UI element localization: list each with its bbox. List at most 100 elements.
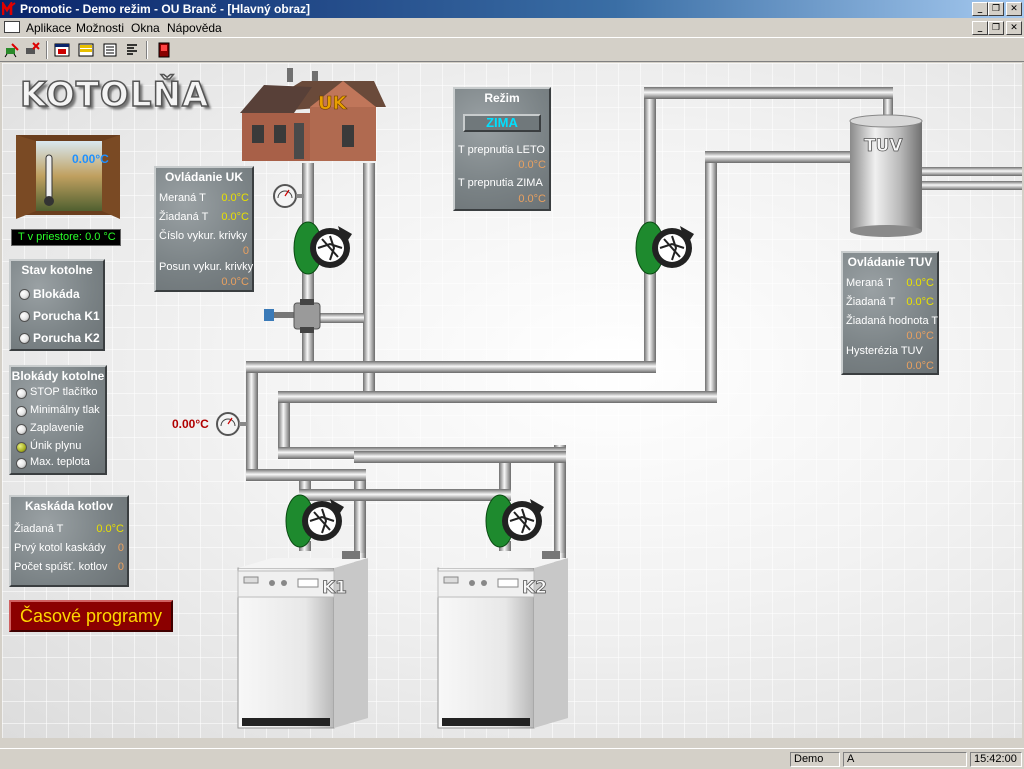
max-teplota-label: Max. teplota [30, 456, 90, 468]
mode-button[interactable]: ZIMA [463, 114, 541, 132]
rezim-title: Režim [484, 91, 520, 105]
ovladanie-tuv-panel: Ovládanie TUV Meraná T 0.0°C Žiadaná T 0… [841, 251, 939, 375]
ovladanie-tuv-title: Ovládanie TUV [847, 255, 933, 269]
porucha-k2-indicator [19, 333, 30, 344]
zaplavenie-label: Zaplavenie [30, 422, 84, 434]
tuv-row-value[interactable]: 0.0°C [906, 360, 934, 372]
promotic-logo-icon [2, 2, 16, 15]
uk-row-label: Meraná T [159, 192, 206, 204]
tuv-row-label: Hysterézia TUV [846, 345, 923, 357]
exit-icon[interactable] [156, 42, 172, 58]
toolbar [0, 37, 1024, 62]
text-icon[interactable] [124, 42, 140, 58]
room-temp-value: 0.0 °C [85, 231, 116, 243]
three-way-valve-icon[interactable] [264, 299, 321, 333]
table-icon[interactable] [78, 42, 94, 58]
stop-icon[interactable] [24, 42, 40, 58]
pump-k2-icon [485, 494, 544, 548]
tank-label: TUV [864, 136, 903, 156]
blokady-panel: Blokády kotolne STOP tlačítko Minimálny … [9, 365, 107, 475]
kaskada-row-label: Žiadaná T [14, 523, 64, 535]
uk-row-value: 0.0°C [221, 192, 249, 204]
run-icon[interactable] [4, 42, 20, 58]
building-label: UK [318, 93, 348, 114]
outside-temperature: 0.00°C [72, 152, 109, 166]
minimize-button[interactable]: _ [972, 2, 988, 16]
status-bar: Demo A 15:42:00 [0, 748, 1024, 769]
kaskada-title: Kaskáda kotlov [24, 499, 114, 513]
tuv-row-value[interactable]: 0.0°C [906, 296, 934, 308]
toolbar-separator [146, 41, 148, 59]
zaplavenie-indicator [16, 424, 27, 435]
porucha-k1-indicator [19, 311, 30, 322]
porucha-k1-label: Porucha K1 [33, 309, 100, 323]
uk-row-label: Číslo vykur. krivky [159, 230, 248, 242]
status-time: 15:42:00 [970, 752, 1022, 767]
rezim-panel: Režim ZIMA T prepnutia LETO 0.0°C T prep… [453, 87, 551, 211]
kaskada-row-label: Prvý kotol kaskády [14, 542, 106, 554]
uk-row-label: Posun vykur. krivky [159, 261, 254, 273]
stop-indicator [16, 388, 27, 399]
pipe-temperature: 0.00°C [172, 417, 209, 431]
child-restore-button[interactable]: ❐ [988, 21, 1004, 35]
mdi-window-icon[interactable] [4, 21, 20, 33]
stav-kotolne-title: Stav kotolne [21, 263, 93, 277]
pump-uk-icon [293, 221, 352, 275]
close-button[interactable]: ✕ [1006, 2, 1022, 16]
toolbar-separator [46, 41, 48, 59]
tuv-row-label: Žiadaná T [846, 296, 896, 308]
pump-tuv-icon [635, 221, 694, 275]
menu-bar: Aplikace Možnosti Okna Nápověda _ ❐ ✕ [0, 18, 1024, 37]
window-title: Promotic - Demo režim - OU Branč - [Hlav… [20, 2, 311, 16]
blokady-title: Blokády kotolne [11, 369, 105, 383]
pressure-gauge-top-icon [273, 184, 304, 208]
stop-label: STOP tlačítko [30, 386, 98, 398]
boiler-k1 [237, 551, 368, 729]
ovladanie-uk-title: Ovládanie UK [164, 170, 244, 184]
title-bar: Promotic - Demo režim - OU Branč - [Hlav… [0, 0, 1024, 18]
stav-kotolne-panel: Stav kotolne Blokáda Porucha K1 Porucha … [9, 259, 105, 351]
zima-label: T prepnutia ZIMA [458, 177, 543, 189]
pressure-gauge-left-icon [216, 412, 247, 436]
kaskada-row-label: Počet spúšť. kotlov [14, 561, 108, 573]
kaskada-row-value[interactable]: 0 [118, 561, 124, 573]
uk-row-value[interactable]: 0.0°C [221, 211, 249, 223]
blokada-indicator [19, 289, 30, 300]
leto-label: T prepnutia LETO [458, 144, 546, 156]
ovladanie-uk-panel: Ovládanie UK Meraná T 0.0°C Žiadaná T 0.… [154, 166, 254, 292]
menu-item-aplikace[interactable]: Aplikace [26, 21, 71, 35]
porucha-k2-label: Porucha K2 [33, 331, 100, 345]
tuv-row-value: 0.0°C [906, 277, 934, 289]
kaskada-panel: Kaskáda kotlov Žiadaná T 0.0°C Prvý koto… [9, 495, 129, 587]
tuv-row-label: Meraná T [846, 277, 893, 289]
window-icon[interactable] [54, 42, 70, 58]
status-mode: Demo [790, 752, 840, 767]
casove-programy-button[interactable]: Časové programy [9, 600, 173, 632]
pump-k1-icon [285, 494, 344, 548]
boiler1-label: K1 [322, 578, 347, 598]
leto-value[interactable]: 0.0°C [518, 159, 546, 171]
boiler2-label: K2 [522, 578, 547, 598]
menu-item-moznosti[interactable]: Možnosti [76, 21, 124, 35]
child-minimize-button[interactable]: _ [972, 21, 988, 35]
zima-value[interactable]: 0.0°C [518, 193, 546, 205]
kaskada-row-value[interactable]: 0.0°C [96, 523, 124, 535]
child-close-button[interactable]: ✕ [1006, 21, 1022, 35]
uk-row-value[interactable]: 0.0°C [221, 276, 249, 288]
tuv-tank [849, 114, 923, 237]
list-icon[interactable] [102, 42, 118, 58]
room-temperature-display: T v priestore: 0.0 °C [11, 229, 121, 246]
tuv-row-value[interactable]: 0.0°C [906, 330, 934, 342]
uk-row-label: Žiadaná T [159, 211, 209, 223]
uk-row-value[interactable]: 0 [243, 245, 249, 257]
min-tlak-label: Minimálny tlak [30, 404, 100, 416]
kaskada-row-value[interactable]: 0 [118, 542, 124, 554]
boiler-k2 [437, 551, 568, 729]
max-teplota-indicator [16, 458, 27, 469]
menu-item-okna[interactable]: Okna [131, 21, 160, 35]
app-logo: KOTOLŇA [19, 74, 210, 116]
process-canvas: UK TUV K1 K2 0.00°C 0.00°C KOTOLŇA T v p… [2, 63, 1022, 738]
restore-button[interactable]: ❐ [988, 2, 1004, 16]
menu-item-napoveda[interactable]: Nápověda [167, 21, 222, 35]
min-tlak-indicator [16, 406, 27, 417]
